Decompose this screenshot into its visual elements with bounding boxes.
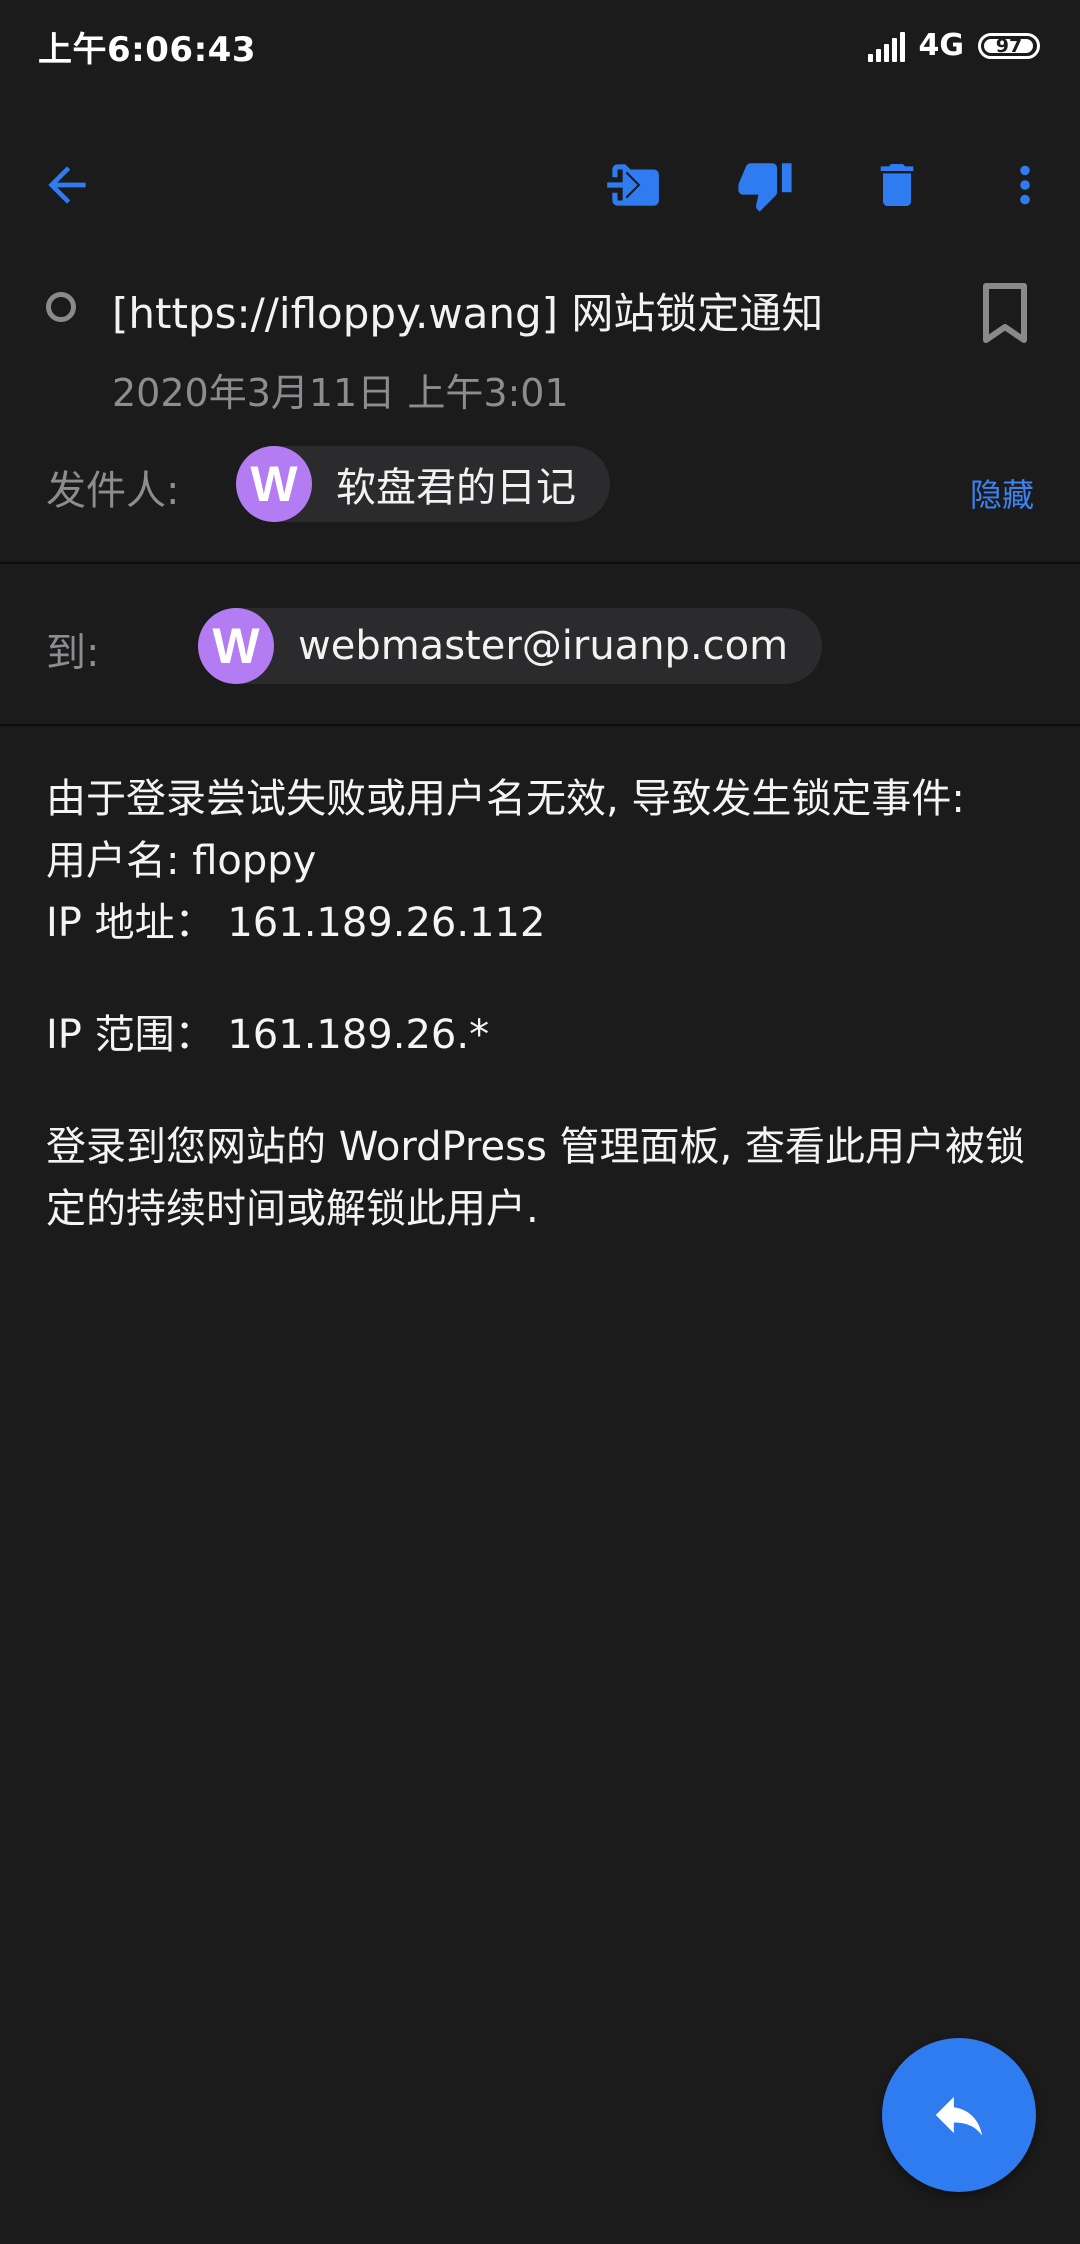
signal-icon [867, 30, 905, 62]
sender-name: 软盘君的日记 [336, 465, 576, 511]
reply-icon [935, 2096, 983, 2136]
email-subject: [https://ifloppy.wang] 网站锁定通知 [112, 289, 824, 338]
battery-level: 97 [995, 34, 1023, 57]
move-to-folder-button[interactable] [588, 130, 678, 240]
avatar: W [236, 446, 312, 522]
status-indicators: 4G 97 [867, 28, 1040, 63]
recipient-chip[interactable]: W webmaster@iruanp.com [198, 608, 823, 684]
bookmark-button[interactable] [980, 282, 1030, 350]
email-toolbar [0, 130, 1080, 240]
body-line: IP 范围： 161.189.26.* [46, 1012, 490, 1058]
body-line: 由于登录尝试失败或用户名无效, 导致发生锁定事件: [46, 776, 965, 822]
bookmark-icon [983, 283, 1027, 343]
battery-icon: 97 [978, 32, 1040, 59]
body-line: IP 地址： 161.189.26.112 [46, 900, 546, 946]
email-body: 由于登录尝试失败或用户名无效, 导致发生锁定事件: 用户名: floppy IP… [46, 768, 1036, 1240]
delete-icon [880, 164, 914, 206]
to-label: 到: [46, 630, 100, 676]
more-options-button[interactable] [980, 130, 1070, 240]
divider [0, 724, 1080, 726]
reply-button[interactable] [882, 2038, 1036, 2192]
email-date: 2020年3月11日 上午3:01 [112, 371, 569, 415]
body-line: 用户名: floppy [46, 838, 317, 884]
hide-details-link[interactable]: 隐藏 [970, 470, 1034, 516]
divider [0, 562, 1080, 564]
recipient-email: webmaster@iruanp.com [298, 623, 789, 669]
dislike-button[interactable] [720, 130, 810, 240]
read-status-icon[interactable] [46, 292, 76, 322]
back-arrow-icon [48, 166, 86, 204]
sender-chip[interactable]: W 软盘君的日记 [236, 446, 610, 522]
more-vert-icon [1020, 165, 1030, 205]
body-line: 登录到您网站的 WordPress 管理面板, 查看此用户被锁定的持续时间或解锁… [46, 1124, 1025, 1232]
status-bar: 上午6:06:43 4G 97 [0, 0, 1080, 92]
move-to-folder-icon [607, 164, 659, 206]
network-type: 4G [918, 28, 965, 63]
subject-row: [https://ifloppy.wang] 网站锁定通知 [0, 270, 1080, 350]
status-time: 上午6:06:43 [38, 30, 256, 70]
from-label: 发件人: [46, 468, 180, 514]
avatar: W [198, 608, 274, 684]
thumbs-down-icon [738, 163, 792, 212]
back-button[interactable] [22, 130, 112, 240]
delete-button[interactable] [852, 130, 942, 240]
